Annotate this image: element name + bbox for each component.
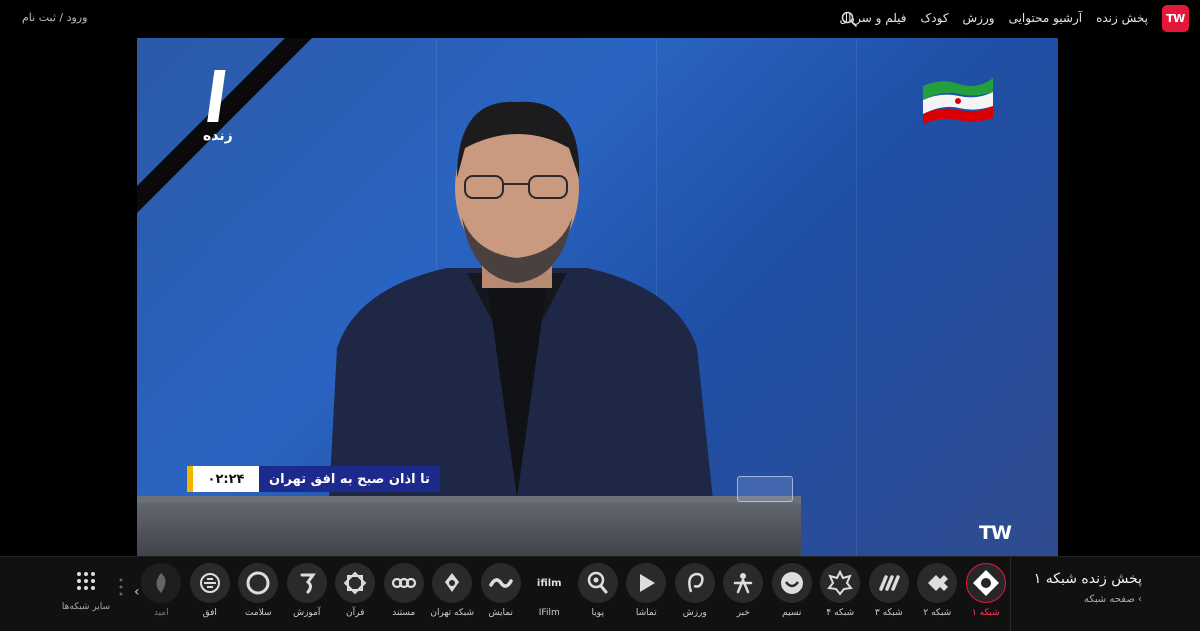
search-icon[interactable] [841,11,857,27]
channel-label: آموزش [293,608,321,618]
channel-khabar[interactable]: خبر [719,563,768,618]
channel-label: قرآن [346,608,365,618]
channel-mostanad[interactable]: مستند [380,563,429,618]
channel-3[interactable]: شبکه ۳ [865,563,914,618]
main-nav: پخش زنده آرشیو محتوایی ورزش کودک فیلم و … [839,11,1148,25]
mostanad-icon [383,563,424,603]
all-networks-label: سایر شبکه‌ها [61,602,111,612]
channel-label: شبکه ۳ [874,608,903,618]
pooya-icon [577,563,618,603]
top-header: TW پخش زنده آرشیو محتوایی ورزش کودک فیلم… [0,0,1200,38]
salamat-icon [238,563,279,603]
omid-icon [141,563,182,603]
channel-label: سلامت [244,608,272,618]
ofogh-icon [189,563,230,603]
channel-label: شبکه تهران [430,608,475,618]
channel-tamasha[interactable]: تماشا [622,563,671,618]
channel-label: شبکه ۱ [971,608,1000,618]
channel-2-icon [917,563,958,603]
grid-dots-icon [77,572,95,590]
channel-label: خبر [736,608,750,618]
channel-label: افق [202,608,217,618]
nav-sport[interactable]: ورزش [963,11,995,25]
channel-2[interactable]: شبکه ۲ [913,563,962,618]
namayesh-icon [480,563,521,603]
login-link[interactable]: ورود / ثبت نام [22,11,87,24]
prayer-time-ticker: ۰۲:۲۴ تا اذان صبح به افق تهران [187,466,440,492]
channel-pooya[interactable]: پویا [574,563,623,618]
channel-4[interactable]: شبکه ۴ [816,563,865,618]
nav-kids[interactable]: کودک [921,11,949,25]
now-playing-panel: پخش زنده شبکه ۱ صفحه شبکه ‹ [1010,557,1200,631]
live-badge-text: زنده [203,128,233,144]
channel-label: نمایش [488,608,513,618]
tw-watermark: TW [979,522,1012,544]
channel-label: شبکه ۲ [923,608,952,618]
channel-bar: پخش زنده شبکه ۱ صفحه شبکه ‹ شبکه ۱ شبکه … [0,556,1200,631]
ifilm-icon: ifilm [536,577,562,589]
channel-label: نسیم [782,608,802,618]
channel-label: ورزش [682,608,707,618]
channel-label: تماشا [635,608,657,618]
channel-tehran[interactable]: شبکه تهران [428,563,477,618]
all-networks-button[interactable]: سایر شبکه‌ها [60,571,112,612]
channel-label: پویا [591,608,604,618]
channel-1[interactable]: شبکه ۱ [962,563,1011,618]
site-logo[interactable]: TW [1162,5,1189,32]
nav-archive[interactable]: آرشیو محتوایی [1009,11,1083,25]
varzesh-icon [674,563,715,603]
water-glass [737,476,793,502]
channel-1-icon [965,563,1006,603]
channel-salamat[interactable]: سلامت [234,563,283,618]
scroll-indicator [119,578,123,596]
channel-4-icon [820,563,861,603]
ticker-text: تا اذان صبح به افق تهران [259,466,440,492]
channel-varzesh[interactable]: ورزش [671,563,720,618]
channel-quran[interactable]: قرآن [331,563,380,618]
channel-page-link[interactable]: صفحه شبکه ‹ [1011,594,1142,605]
amoozesh-icon [286,563,327,603]
studio-desk-front [137,503,801,556]
channel-label: مستند [392,608,416,618]
now-playing-title: پخش زنده شبکه ۱ [1033,571,1142,587]
channel-label: IFilm [538,608,560,618]
chevron-left-icon[interactable]: ‹ [134,584,140,600]
channel-label: امید [153,608,169,618]
quran-icon [335,563,376,603]
video-player[interactable]: زنده ۰۲:۲۴ تا اذان صبح به افق تهران TW [137,38,1058,556]
channel-omid[interactable]: امید [137,563,186,618]
channel-label: شبکه ۴ [826,608,855,618]
channel-3-icon [868,563,909,603]
khabar-icon [723,563,764,603]
channel-amoozesh[interactable]: آموزش [283,563,332,618]
channel-ifilm[interactable]: ifilm IFilm [525,563,574,619]
channel-namayesh[interactable]: نمایش [477,563,526,618]
nav-live[interactable]: پخش زنده [1096,11,1148,25]
channel-one-badge [137,38,312,213]
channel-nasim[interactable]: نسیم [768,563,817,618]
nasim-icon [771,563,812,603]
tehran-icon [432,563,473,603]
channel-list: شبکه ۱ شبکه ۲ شبکه ۳ شبکه ۴ نسیم خبر ورز… [137,563,1010,618]
iran-flag-icon [923,78,993,124]
ticker-time: ۰۲:۲۴ [187,466,259,492]
channel-ofogh[interactable]: افق [186,563,235,618]
tamasha-icon [626,563,667,603]
